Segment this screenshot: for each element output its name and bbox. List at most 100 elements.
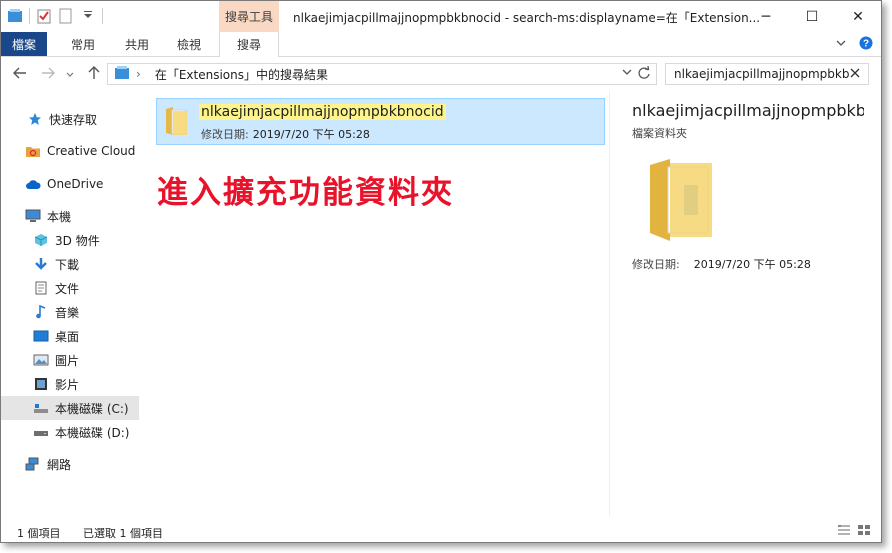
ribbon-controls: ? [835,36,873,53]
file-modified: 修改日期: 2019/7/20 下午 05:28 [201,126,370,142]
folder-icon [163,105,189,137]
preview-title: nlkaejimjacpillmajjnopmpbkb... [632,101,864,120]
explorer-app-icon[interactable] [7,8,23,24]
nav-item-this-pc[interactable]: 本機 [1,204,139,228]
status-bar: 1 個項目 已選取 1 個項目 [1,520,881,542]
modified-label: 修改日期: [201,128,249,141]
search-query[interactable]: nlkaejimjacpillmajjnopmpbkb [674,67,849,81]
computer-icon [25,208,41,224]
clear-search-icon[interactable] [850,67,860,81]
quick-access-toolbar [7,8,103,24]
search-input[interactable]: nlkaejimjacpillmajjnopmpbkb [665,63,869,85]
nav-label: 網路 [47,457,72,472]
pictures-icon [33,352,49,368]
download-icon [33,256,49,272]
document-icon [33,280,49,296]
toolbar-divider [102,8,103,24]
modified-value: 2019/7/20 下午 05:28 [252,128,370,141]
view-switcher [837,524,871,539]
nav-item-drive-d[interactable]: 本機磁碟 (D:) [1,420,139,444]
nav-item-music[interactable]: 音樂 [1,300,139,324]
nav-label: 本機 [47,209,72,224]
cube-icon [33,232,49,248]
minimize-button[interactable]: ─ [743,1,789,32]
nav-item-3d-objects[interactable]: 3D 物件 [1,228,139,252]
title-bar: 搜尋工具 nlkaejimjacpillmajjnopmpbkbnocid - … [1,1,881,32]
list-item[interactable]: nlkaejimjacpillmajjnopmpbkbnocid 修改日期: 20… [156,98,605,145]
modified-label: 修改日期: [632,258,680,271]
recent-locations-icon[interactable] [65,68,75,84]
navigation-pane: 快速存取 Creative Cloud F OneDrive 本機 3D 物件 … [1,91,141,516]
nav-label: 下載 [55,257,80,272]
tab-share[interactable]: 共用 [113,32,161,56]
video-icon [33,376,49,392]
preview-modified: 修改日期: 2019/7/20 下午 05:28 [632,256,811,272]
preview-type: 檔案資料夾 [632,127,687,140]
maximize-button[interactable]: ☐ [789,1,835,32]
expand-ribbon-icon[interactable] [835,37,847,52]
tab-file[interactable]: 檔案 [1,32,47,56]
selected-count: 已選取 1 個項目 [83,527,163,540]
drive-c-icon [33,400,49,416]
drive-d-icon [33,424,49,440]
large-icons-view-icon[interactable] [857,524,871,539]
file-name[interactable]: nlkaejimjacpillmajjnopmpbkbnocid [199,104,446,120]
large-folder-icon [648,157,714,243]
nav-label: 文件 [55,281,80,296]
breadcrumb[interactable]: 在「Extensions」中的搜尋結果 [155,66,328,83]
nav-label: 本機磁碟 (C:) [55,401,129,416]
nav-label: 本機磁碟 (D:) [55,425,130,440]
explorer-window: 搜尋工具 nlkaejimjacpillmajjnopmpbkbnocid - … [0,0,882,543]
nav-item-pictures[interactable]: 圖片 [1,348,139,372]
up-arrow-icon[interactable] [87,66,101,84]
tab-search[interactable]: 搜尋 [219,32,279,57]
desktop-icon [33,328,49,344]
nav-item-quick-access[interactable]: 快速存取 [1,107,139,131]
svg-text:?: ? [863,39,869,50]
music-icon [33,304,49,320]
nav-item-downloads[interactable]: 下載 [1,252,139,276]
nav-item-network[interactable]: 網路 [1,452,139,476]
properties-icon[interactable] [36,8,52,24]
tab-home[interactable]: 常用 [59,32,107,56]
navigation-row: › 在「Extensions」中的搜尋結果 nlkaejimjacpillmaj… [1,57,881,91]
help-icon[interactable]: ? [859,36,873,53]
nav-item-onedrive[interactable]: OneDrive [1,172,139,196]
nav-label: 圖片 [55,353,80,368]
modified-value: 2019/7/20 下午 05:28 [693,258,811,271]
location-icon [114,65,130,84]
details-pane: nlkaejimjacpillmajjnopmpbkb... 檔案資料夾 修改日… [609,91,881,516]
tab-view[interactable]: 檢視 [165,32,213,56]
breadcrumb-separator[interactable]: › [136,67,141,81]
nav-label: 3D 物件 [55,233,100,248]
nav-label: 音樂 [55,305,80,320]
nav-label: 影片 [55,377,80,392]
address-history-chevron-icon[interactable] [622,67,632,80]
customize-toolbar-icon[interactable] [80,8,96,24]
back-arrow-icon[interactable] [13,66,27,84]
address-bar[interactable]: › 在「Extensions」中的搜尋結果 [107,63,657,85]
nav-item-drive-c[interactable]: 本機磁碟 (C:) [1,396,139,420]
cloud-icon [25,176,41,192]
network-icon [25,456,41,472]
annotation-text: 進入擴充功能資料夾 [157,175,454,211]
ribbon-tab-bar: 檔案 常用 共用 檢視 搜尋 ? [1,32,881,57]
nav-label: 快速存取 [49,112,98,127]
refresh-icon[interactable] [637,65,651,84]
details-view-icon[interactable] [837,524,851,539]
nav-item-desktop[interactable]: 桌面 [1,324,139,348]
nav-label: Creative Cloud F [47,144,139,158]
new-folder-icon[interactable] [58,8,74,24]
nav-item-videos[interactable]: 影片 [1,372,139,396]
nav-label: 桌面 [55,329,80,344]
forward-arrow-icon[interactable] [41,66,55,84]
search-tools-context-tab: 搜尋工具 [219,1,279,32]
item-count: 1 個項目 [17,527,61,540]
file-list[interactable]: nlkaejimjacpillmajjnopmpbkbnocid 修改日期: 20… [141,91,609,516]
close-button[interactable]: ✕ [835,1,881,32]
nav-item-creative-cloud[interactable]: Creative Cloud F [1,139,139,163]
window-title: nlkaejimjacpillmajjnopmpbkbnocid - searc… [293,11,761,25]
star-icon [27,111,43,127]
toolbar-divider [29,8,30,24]
nav-item-documents[interactable]: 文件 [1,276,139,300]
